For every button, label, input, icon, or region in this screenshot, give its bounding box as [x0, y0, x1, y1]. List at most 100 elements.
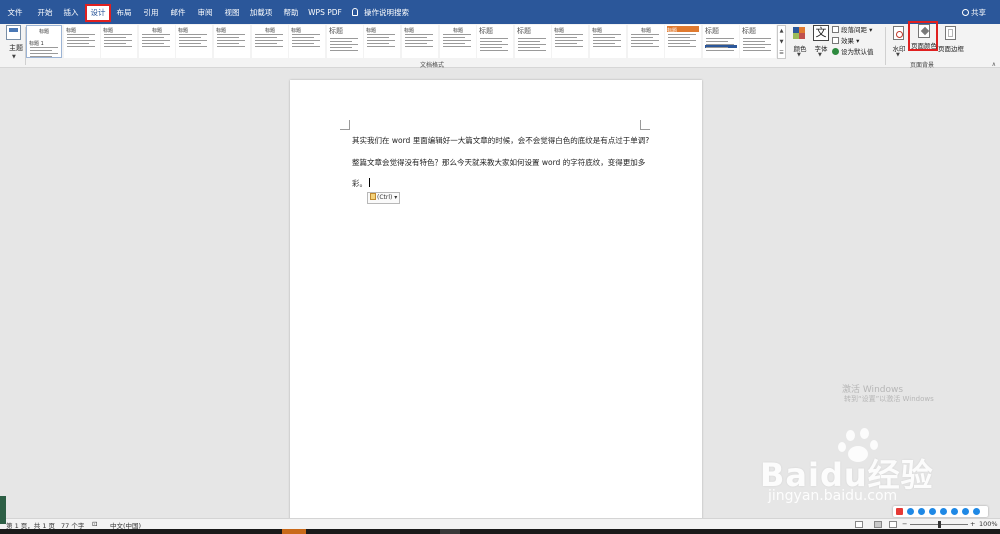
- skin-icon[interactable]: [962, 508, 969, 515]
- style-text-line: [217, 40, 245, 41]
- style-text-line: [367, 34, 395, 35]
- watermark-button[interactable]: 水印 ▼: [889, 25, 909, 59]
- page-borders-label: 页面边框: [938, 45, 964, 53]
- sogou-icon[interactable]: [896, 508, 903, 515]
- tab-references[interactable]: 引用: [140, 6, 162, 20]
- tab-view[interactable]: 视图: [221, 6, 243, 20]
- tab-insert[interactable]: 插入: [60, 6, 82, 20]
- style-set-thumbnail[interactable]: 标题: [176, 25, 212, 58]
- palette-icon: [793, 27, 806, 39]
- style-text-line: [743, 38, 771, 39]
- style-text-line: [255, 46, 283, 47]
- effects-button[interactable]: 效果 ▾: [832, 36, 884, 47]
- style-set-thumbnail[interactable]: 标题: [64, 25, 100, 58]
- zoom-in-icon[interactable]: +: [970, 520, 975, 528]
- tab-design[interactable]: 设计: [85, 4, 111, 22]
- style-text-line: [593, 43, 615, 44]
- web-layout-icon[interactable]: [889, 521, 897, 528]
- style-title: 标题: [291, 28, 302, 34]
- style-set-thumbnail[interactable]: 标题: [327, 25, 363, 58]
- style-text-line: [405, 34, 433, 35]
- style-title: 标题: [103, 28, 114, 34]
- punctuation-icon[interactable]: [918, 508, 925, 515]
- ime-toolbar[interactable]: [893, 506, 988, 517]
- style-set-thumbnail[interactable]: 标题: [477, 25, 513, 58]
- emoji-icon[interactable]: [929, 508, 936, 515]
- style-set-thumbnail[interactable]: 标题: [740, 25, 776, 58]
- style-text-line: [255, 40, 283, 41]
- style-text-line: [593, 46, 621, 47]
- proofing-icon[interactable]: ⊡: [92, 520, 97, 528]
- style-set-thumbnail[interactable]: 标题: [440, 25, 476, 58]
- page-borders-button[interactable]: 页面边框: [938, 25, 964, 59]
- colors-button[interactable]: 颜色 ▼: [790, 25, 810, 59]
- style-title: 标题: [517, 27, 531, 35]
- effects-icon: [832, 37, 839, 44]
- tab-help[interactable]: 帮助: [280, 6, 302, 20]
- tab-wps-pdf[interactable]: WPS PDF: [307, 6, 343, 20]
- chevron-down-icon: ▼: [797, 52, 801, 58]
- zoom-slider-thumb[interactable]: [938, 521, 941, 528]
- fonts-button[interactable]: 文 字体 ▼: [811, 25, 831, 59]
- style-text-line: [555, 43, 577, 44]
- page-color-button[interactable]: 页面颜色: [908, 21, 938, 51]
- style-set-thumbnail[interactable]: 标题: [139, 25, 175, 58]
- style-set-thumbnail[interactable]: 标题 标题 1: [26, 25, 62, 58]
- style-set-thumbnail[interactable]: 标题: [214, 25, 250, 58]
- focus-mode-icon[interactable]: [855, 521, 863, 528]
- print-layout-icon[interactable]: [874, 521, 882, 528]
- style-set-thumbnail[interactable]: 标题: [552, 25, 588, 58]
- paste-options-button[interactable]: (Ctrl) ▾: [367, 192, 400, 204]
- tab-review[interactable]: 审阅: [194, 6, 216, 20]
- taskbar-app[interactable]: [440, 529, 460, 534]
- style-set-thumbnail[interactable]: 标题: [289, 25, 325, 58]
- style-set-thumbnail[interactable]: 标题: [515, 25, 551, 58]
- tab-file[interactable]: 文件: [4, 6, 26, 20]
- scroll-down-icon[interactable]: ▼: [778, 37, 785, 48]
- scroll-up-icon[interactable]: ▲: [778, 26, 785, 37]
- style-set-thumbnail[interactable]: 标题: [703, 25, 739, 58]
- style-text-line: [67, 43, 89, 44]
- style-text-line: [217, 46, 245, 47]
- paragraph[interactable]: 彩。: [352, 178, 652, 189]
- set-default-button[interactable]: 设为默认值: [832, 47, 884, 58]
- settings-icon[interactable]: [973, 508, 980, 515]
- share-label: 共享: [971, 8, 986, 17]
- zoom-out-icon[interactable]: −: [902, 520, 907, 528]
- style-text-line: [631, 34, 659, 35]
- style-set-thumbnail[interactable]: 标题: [101, 25, 137, 58]
- taskbar-app[interactable]: [282, 529, 306, 534]
- side-panel-tab[interactable]: [0, 496, 6, 524]
- style-text-line: [706, 38, 734, 39]
- zoom-level[interactable]: 100%: [979, 520, 998, 528]
- paragraph-spacing-button[interactable]: 段落间距 ▾: [832, 25, 884, 36]
- style-set-thumbnail[interactable]: 标题: [628, 25, 664, 58]
- themes-button[interactable]: 主题 ▼: [4, 25, 24, 65]
- tab-layout[interactable]: 布局: [113, 6, 135, 20]
- style-set-thumbnail[interactable]: 标题: [590, 25, 626, 58]
- tab-home[interactable]: 开始: [34, 6, 56, 20]
- tab-mailings[interactable]: 邮件: [167, 6, 189, 20]
- gallery-more-icon[interactable]: ☰: [778, 48, 785, 59]
- style-text-line: [743, 50, 771, 51]
- style-text-line: [292, 46, 320, 47]
- language-icon[interactable]: [907, 508, 914, 515]
- microphone-icon[interactable]: [940, 508, 947, 515]
- style-set-thumbnail[interactable]: 标题: [252, 25, 288, 58]
- paragraph[interactable]: 其实我们在 word 里面编辑好一大篇文章的时候，会不会觉得白色的底纹是有点过于…: [352, 135, 652, 146]
- style-text-line: [443, 34, 471, 35]
- keyboard-icon[interactable]: [951, 508, 958, 515]
- style-set-thumbnail[interactable]: 标题: [364, 25, 400, 58]
- themes-icon: [6, 25, 21, 40]
- style-set-thumbnail[interactable]: 标题: [665, 25, 701, 58]
- document-page[interactable]: 其实我们在 word 里面编辑好一大篇文章的时候，会不会觉得白色的底纹是有点过于…: [290, 80, 702, 520]
- share-button[interactable]: 共享: [962, 7, 986, 18]
- gallery-scroll[interactable]: ▲ ▼ ☰: [777, 25, 786, 59]
- style-text-line: [668, 43, 690, 44]
- paragraph[interactable]: 整篇文章会觉得没有特色？那么今天就来教大家如何设置 word 的字符底纹，变得更…: [352, 157, 652, 168]
- style-set-thumbnail[interactable]: 标题: [402, 25, 438, 58]
- collapse-ribbon-icon[interactable]: ∧: [992, 61, 996, 68]
- tell-me-search[interactable]: 操作说明搜索: [352, 6, 409, 20]
- style-text-line: [668, 40, 696, 41]
- tab-addins[interactable]: 加载项: [247, 6, 275, 20]
